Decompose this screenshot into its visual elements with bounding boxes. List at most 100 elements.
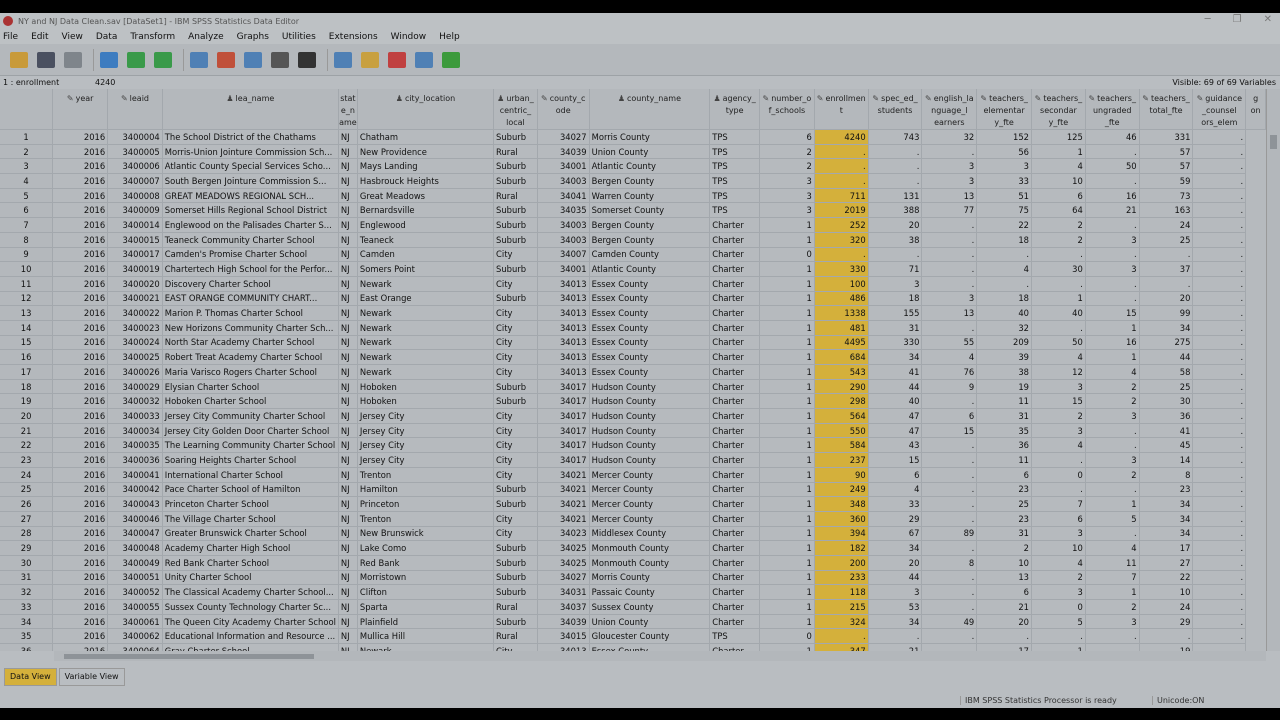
cell-state[interactable]: NJ — [338, 261, 358, 277]
cell-county_code[interactable]: 34021 — [537, 467, 590, 483]
row-number[interactable]: 23 — [0, 452, 54, 468]
cell-year[interactable]: 2016 — [52, 570, 109, 586]
cell-year[interactable]: 2016 — [52, 276, 109, 292]
cell-ell[interactable]: . — [921, 482, 978, 498]
row-number[interactable]: 6 — [0, 202, 54, 219]
cell-enroll[interactable]: 182 — [814, 540, 869, 556]
cell-sped[interactable]: 44 — [868, 570, 923, 586]
cell-enroll[interactable]: 233 — [814, 570, 869, 586]
cell-lea_name[interactable]: EAST ORANGE COMMUNITY CHART... — [162, 291, 339, 307]
cell-county_name[interactable]: Essex County — [589, 276, 711, 292]
cell-t_tot[interactable]: 30 — [1139, 393, 1194, 410]
menu-transform[interactable]: Transform — [130, 32, 175, 42]
cell-leaid[interactable]: 3400064 — [107, 643, 163, 651]
cell-city[interactable]: Newark — [357, 305, 495, 321]
cell-guid[interactable]: . — [1192, 511, 1247, 527]
cell-nschools[interactable]: 2 — [759, 144, 815, 160]
cell-state[interactable]: NJ — [338, 173, 358, 189]
cell-city[interactable]: Newark — [357, 349, 495, 365]
cell-urban[interactable]: City — [493, 511, 538, 527]
cell-enroll[interactable]: 684 — [814, 349, 869, 365]
row-number[interactable]: 33 — [0, 599, 54, 615]
cell-city[interactable]: Newark — [357, 643, 495, 651]
cell-sped[interactable]: 71 — [868, 261, 923, 277]
cell-enroll[interactable]: 347 — [814, 643, 869, 651]
cell-county_code[interactable]: 34027 — [537, 570, 590, 586]
cell-t_ung[interactable]: . — [1085, 526, 1140, 542]
cell-county_code[interactable]: 34015 — [537, 628, 590, 645]
cell-agency[interactable]: Charter — [709, 320, 761, 336]
cell-leaid[interactable]: 3400042 — [107, 482, 163, 498]
cell-t_elem[interactable]: 39 — [976, 349, 1032, 365]
cell-year[interactable]: 2016 — [52, 643, 109, 651]
cell-county_code[interactable]: 34013 — [537, 291, 590, 307]
cell-state[interactable]: NJ — [338, 643, 358, 651]
cell-t_elem[interactable]: 10 — [976, 555, 1032, 571]
cell-enroll[interactable]: 550 — [814, 423, 869, 439]
cell-t_elem[interactable]: . — [976, 276, 1032, 292]
cell-guid[interactable]: . — [1192, 614, 1247, 630]
cell-nschools[interactable]: 0 — [759, 628, 815, 645]
cell-t_ung[interactable]: . — [1085, 482, 1140, 498]
cell-enroll[interactable]: 118 — [814, 584, 869, 600]
cell-state[interactable]: NJ — [338, 202, 358, 219]
cell-t_sec[interactable]: 50 — [1031, 335, 1086, 351]
cell-agency[interactable]: Charter — [709, 614, 761, 630]
cell-enroll[interactable]: 4495 — [814, 335, 869, 351]
cell-guid[interactable]: . — [1192, 526, 1247, 542]
cell-urban[interactable]: Suburb — [493, 129, 538, 145]
cell-city[interactable]: Lake Como — [357, 540, 495, 556]
cell-sped[interactable]: 47 — [868, 423, 923, 439]
cell-nschools[interactable]: 2 — [759, 158, 815, 175]
cell-nschools[interactable]: 1 — [759, 335, 815, 351]
cell-agency[interactable]: Charter — [709, 643, 761, 651]
cell-enroll[interactable]: 711 — [814, 188, 869, 204]
cell-urban[interactable]: City — [493, 364, 538, 380]
cell-agency[interactable]: TPS — [709, 144, 761, 160]
cell-leaid[interactable]: 3400017 — [107, 247, 163, 263]
cell-county_code[interactable]: 34035 — [537, 202, 590, 219]
cell-ell[interactable]: . — [921, 628, 978, 645]
split-file-button[interactable] — [332, 49, 354, 71]
cell-enroll[interactable]: 252 — [814, 217, 869, 233]
cell-city[interactable]: Great Meadows — [357, 188, 495, 204]
cell-t_ung[interactable]: . — [1085, 628, 1140, 645]
cell-state[interactable]: NJ — [338, 423, 358, 439]
cell-state[interactable]: NJ — [338, 614, 358, 630]
cell-t_elem[interactable]: 17 — [976, 643, 1032, 651]
cell-t_tot[interactable]: 34 — [1139, 320, 1194, 336]
cell-t_sec[interactable]: . — [1031, 628, 1086, 645]
cell-agency[interactable]: Charter — [709, 526, 761, 542]
cell-year[interactable]: 2016 — [52, 305, 109, 321]
cell-state[interactable]: NJ — [338, 555, 358, 571]
cell-enroll[interactable]: 100 — [814, 276, 869, 292]
cell-urban[interactable]: City — [493, 305, 538, 321]
cell-ell[interactable]: . — [921, 276, 978, 292]
cell-nschools[interactable]: 1 — [759, 614, 815, 630]
cell-t_tot[interactable]: 14 — [1139, 452, 1194, 468]
column-header-lea_name[interactable]: ♟ lea_name — [162, 89, 339, 130]
cell-guid[interactable]: . — [1192, 158, 1247, 175]
cell-t_sec[interactable]: 0 — [1031, 599, 1086, 615]
row-number[interactable]: 35 — [0, 628, 54, 645]
cell-guid[interactable]: . — [1192, 349, 1247, 365]
cell-year[interactable]: 2016 — [52, 379, 109, 395]
use-sets-button[interactable] — [440, 49, 462, 71]
column-header-enroll[interactable]: ✎ enrollmen t — [814, 89, 869, 130]
cell-year[interactable]: 2016 — [52, 320, 109, 336]
cell-t_sec[interactable]: 4 — [1031, 158, 1086, 175]
cell-lea_name[interactable]: The Village Charter School — [162, 511, 339, 527]
cell-county_name[interactable]: Bergen County — [589, 232, 711, 248]
cell-county_name[interactable]: Camden County — [589, 247, 711, 263]
row-number[interactable]: 30 — [0, 555, 54, 571]
cell-nschools[interactable]: 1 — [759, 643, 815, 651]
cell-t_sec[interactable]: 2 — [1031, 217, 1086, 233]
cell-t_elem[interactable]: 11 — [976, 452, 1032, 468]
cell-county_code[interactable]: 34027 — [537, 129, 590, 145]
menu-window[interactable]: Window — [391, 32, 427, 42]
cell-t_ung[interactable]: 50 — [1085, 158, 1140, 175]
cell-enroll[interactable]: . — [814, 144, 869, 160]
cell-enroll[interactable]: 348 — [814, 496, 869, 512]
cell-state[interactable]: NJ — [338, 526, 358, 542]
cell-enroll[interactable]: 394 — [814, 526, 869, 542]
